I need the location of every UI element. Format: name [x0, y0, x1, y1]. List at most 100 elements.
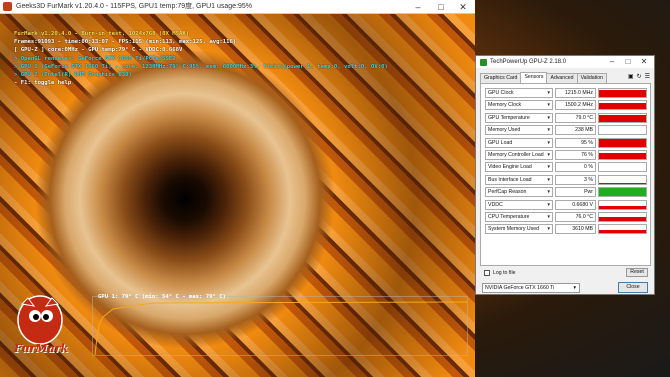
sensor-row: GPU Temperature ▼ 79.0 °C	[485, 112, 648, 123]
close-button[interactable]: Close	[618, 282, 648, 293]
maximize-icon[interactable]: □	[430, 0, 452, 14]
sensor-graph-fill	[599, 139, 646, 147]
sensor-name: GPU Load	[488, 139, 513, 146]
sensor-value: 0 %	[555, 162, 596, 173]
sensor-row: GPU Load ▼ 95 %	[485, 137, 648, 148]
sensor-graph	[598, 100, 647, 111]
tab-sensors[interactable]: Sensors	[520, 72, 548, 83]
sensor-value: 3 %	[555, 174, 596, 185]
sensor-graph	[598, 224, 647, 235]
sensor-value: 79.0 °C	[555, 112, 596, 123]
tab-graphics-card[interactable]: Graphics Card	[480, 73, 522, 83]
sensor-row: Memory Controller Load ▼ 76 %	[485, 150, 648, 160]
sensor-name: System Memory Used	[488, 226, 540, 233]
maximize-icon[interactable]: □	[620, 56, 636, 68]
sensor-graph-fill	[599, 230, 646, 234]
sensor-name-dropdown[interactable]: GPU Load ▼	[485, 137, 553, 148]
furmark-window: Geeks3D FurMark v1.20.4.0 - 115FPS, GPU1…	[0, 0, 475, 377]
minimize-icon[interactable]: –	[407, 0, 429, 14]
sensor-name-dropdown[interactable]: GPU Clock ▼	[485, 88, 553, 98]
sensor-name-dropdown[interactable]: Bus Interface Load ▼	[485, 174, 553, 185]
sensor-graph	[598, 137, 647, 148]
sensor-graph-fill	[599, 115, 646, 122]
overlay-line: > OpenGL renderer: GeForce GTX 1660 Ti/P…	[14, 55, 176, 62]
sensor-row: Bus Interface Load ▼ 3 %	[485, 174, 648, 185]
reset-button[interactable]: Reset	[626, 268, 648, 277]
furmark-title-bar[interactable]: Geeks3D FurMark v1.20.4.0 - 115FPS, GPU1…	[0, 0, 475, 14]
sensor-name: PerfCap Reason	[488, 189, 527, 196]
chevron-down-icon: ▼	[546, 90, 551, 95]
sensor-graph	[598, 162, 647, 173]
sensor-row: GPU Clock ▼ 1215.0 MHz	[485, 88, 648, 98]
sensors-panel: GPU Clock ▼ 1215.0 MHz Memory Clock ▼ 1500.2 …	[480, 83, 651, 266]
tab-advanced[interactable]: Advanced	[546, 73, 578, 83]
sensor-row: CPU Temperature ▼ 76.0 °C	[485, 212, 648, 222]
sensor-graph	[598, 199, 647, 210]
sensor-name-dropdown[interactable]: Video Engine Load ▼	[485, 162, 553, 173]
sensor-graph	[598, 125, 647, 136]
sensor-graph	[598, 187, 647, 198]
sensor-graph	[598, 150, 647, 160]
furmark-logo: FurMark	[10, 290, 88, 360]
overlay-line: > GPU 1 (GeForce GTX 1660 Ti) - core: 12…	[14, 63, 388, 70]
sensor-value: 3610 MB	[555, 224, 596, 235]
temperature-graph: GPU 1: 79° C (min: 54° C - max: 79° C)	[92, 294, 468, 356]
overlay-line: [ GPU-Z ] core:0MHz - GPU temp:79° C - V…	[14, 47, 183, 54]
camera-icon[interactable]: ▣	[628, 73, 634, 80]
sensor-name: Memory Controller Load	[488, 152, 544, 158]
chevron-down-icon: ▼	[546, 164, 551, 170]
gpu-select-dropdown[interactable]: NVIDIA GeForce GTX 1660 Ti ▼	[482, 283, 580, 293]
sensor-row: VDDC ▼ 0.6680 V	[485, 199, 648, 210]
gpuz-window: TechPowerUp GPU-Z 2.18.0 – □ ✕ Graphics …	[475, 55, 655, 295]
chevron-down-icon: ▼	[546, 127, 551, 133]
sensor-value: 238 MB	[555, 125, 596, 136]
gpuz-title-bar[interactable]: TechPowerUp GPU-Z 2.18.0 – □ ✕	[476, 56, 654, 68]
overlay-line: FurMark v1.20.4.0 - Burn-in test, 1024x7…	[14, 31, 190, 37]
gpuz-toolbar: ▣ ↻ ☰	[628, 73, 650, 80]
sensor-name-dropdown[interactable]: PerfCap Reason ▼	[485, 187, 553, 198]
chevron-down-icon: ▼	[572, 285, 577, 290]
sensor-graph-fill	[599, 216, 646, 221]
close-icon[interactable]: ✕	[636, 56, 652, 68]
menu-icon[interactable]: ☰	[645, 73, 650, 80]
sensor-graph	[598, 212, 647, 222]
sensor-name: Memory Used	[488, 127, 521, 134]
sensor-name: VDDC	[488, 201, 503, 208]
furmark-logo-icon	[17, 295, 63, 345]
sensor-name-dropdown[interactable]: Memory Used ▼	[485, 125, 553, 136]
sensor-graph-fill	[599, 90, 646, 97]
log-to-file-label: Log to file	[493, 270, 516, 276]
sensor-name-dropdown[interactable]: VDDC ▼	[485, 199, 553, 210]
furmark-window-title: Geeks3D FurMark v1.20.4.0 - 115FPS, GPU1…	[16, 3, 253, 10]
log-to-file-checkbox[interactable]: Log to file	[484, 270, 516, 276]
minimize-icon[interactable]: –	[604, 56, 620, 68]
sensor-graph-fill	[599, 188, 646, 197]
gpuz-window-title: TechPowerUp GPU-Z 2.18.0	[490, 59, 567, 65]
sensor-name-dropdown[interactable]: Memory Clock ▼	[485, 100, 553, 111]
chevron-down-icon: ▼	[546, 139, 551, 145]
chevron-down-icon: ▼	[546, 226, 551, 232]
refresh-icon[interactable]: ↻	[637, 73, 642, 80]
sensor-name-dropdown[interactable]: System Memory Used ▼	[485, 224, 553, 235]
sensor-row: Video Engine Load ▼ 0 %	[485, 162, 648, 173]
gpuz-app-icon	[480, 59, 487, 66]
sensor-name: GPU Clock	[488, 90, 514, 96]
sensor-name-dropdown[interactable]: GPU Temperature ▼	[485, 112, 553, 123]
sensor-value: 95 %	[555, 137, 596, 148]
tab-validation[interactable]: Validation	[576, 73, 607, 83]
sensor-graph	[598, 112, 647, 123]
furmark-overlay-text: FurMark v1.20.4.0 - Burn-in test, 1024x7…	[14, 30, 388, 87]
sensor-graph	[598, 174, 647, 185]
sensor-name: Bus Interface Load	[488, 176, 532, 183]
close-icon[interactable]: ✕	[452, 0, 474, 14]
sensor-name: CPU Temperature	[488, 214, 530, 220]
sensor-row: Memory Clock ▼ 1500.2 MHz	[485, 100, 648, 111]
gpuz-tabs: Graphics Card Sensors Advanced Validation	[480, 72, 607, 83]
gpu-select-value: NVIDIA GeForce GTX 1660 Ti	[485, 285, 555, 291]
overlay-line: - F1: toggle help	[14, 80, 72, 87]
sensor-row: System Memory Used ▼ 3610 MB	[485, 224, 648, 235]
sensor-name-dropdown[interactable]: Memory Controller Load ▼	[485, 150, 553, 160]
furmark-app-icon	[3, 2, 12, 11]
checkbox-icon[interactable]	[484, 270, 490, 276]
sensor-name-dropdown[interactable]: CPU Temperature ▼	[485, 212, 553, 222]
